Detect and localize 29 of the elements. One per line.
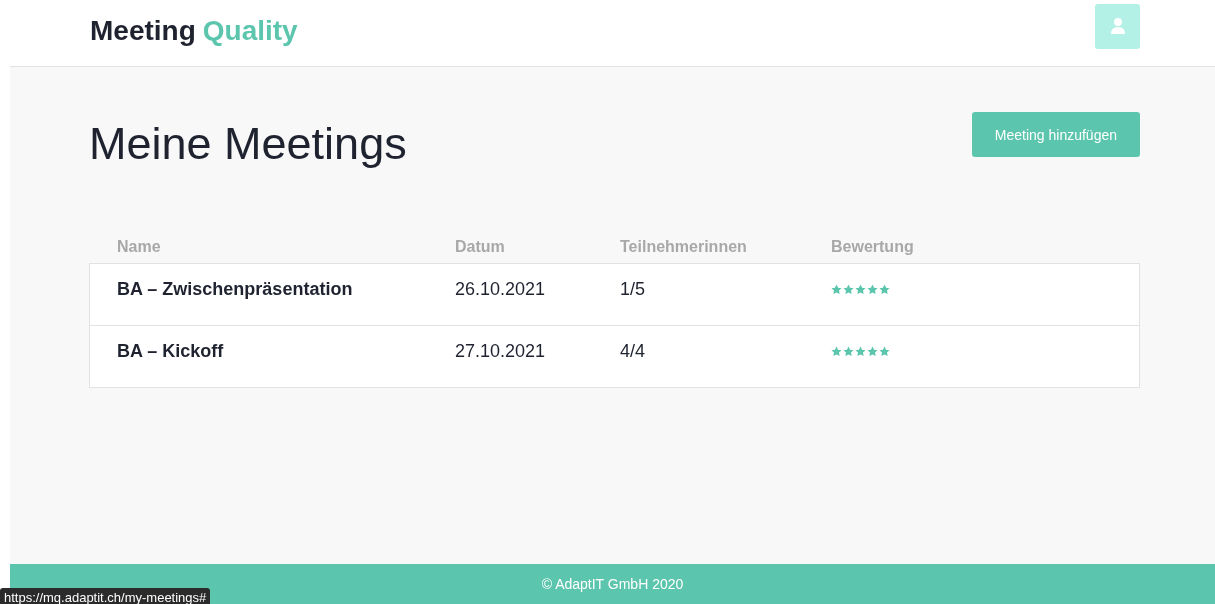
column-header: Teilnehmerinnen [620, 237, 748, 256]
column-header: Name [117, 237, 162, 256]
column-header: Datum [455, 237, 506, 256]
table-cell-text: 27.10.2021 [455, 341, 547, 362]
table-cell-text: 26.10.2021 [455, 279, 547, 300]
star-icon [843, 284, 854, 295]
user-button[interactable] [1095, 3, 1140, 49]
table-row[interactable]: BA – Zwischenpräsentation 26.10.2021 1/5 [90, 264, 1139, 325]
star-icon [855, 346, 866, 357]
table-cell-text: 4/4 [620, 341, 647, 362]
table-cell-text: BA – Zwischenpräsentation [117, 279, 354, 300]
star-icon [879, 284, 890, 295]
footer-text: © AdaptIT GmbH 2020 [541, 576, 684, 592]
star-icon [879, 346, 890, 357]
star-icon [867, 284, 878, 295]
table-row[interactable]: BA – Kickoff 27.10.2021 4/4 [90, 325, 1139, 387]
link-tooltip: https://mq.adaptit.ch/my-meetings# [0, 588, 211, 604]
column-header: Bewertung [831, 237, 914, 256]
star-icon [867, 346, 878, 357]
logo-text: Quality [202, 15, 298, 47]
star-icon [843, 346, 854, 357]
user-icon [1110, 18, 1125, 34]
star-icon [831, 284, 842, 295]
star-icon [831, 346, 842, 357]
logo-text: Meeting [90, 15, 196, 47]
page-title: Meine Meetings [89, 118, 407, 170]
table-cell-text: 1/5 [620, 279, 647, 300]
table-cell-text: BA – Kickoff [117, 341, 225, 362]
star-icon [855, 284, 866, 295]
